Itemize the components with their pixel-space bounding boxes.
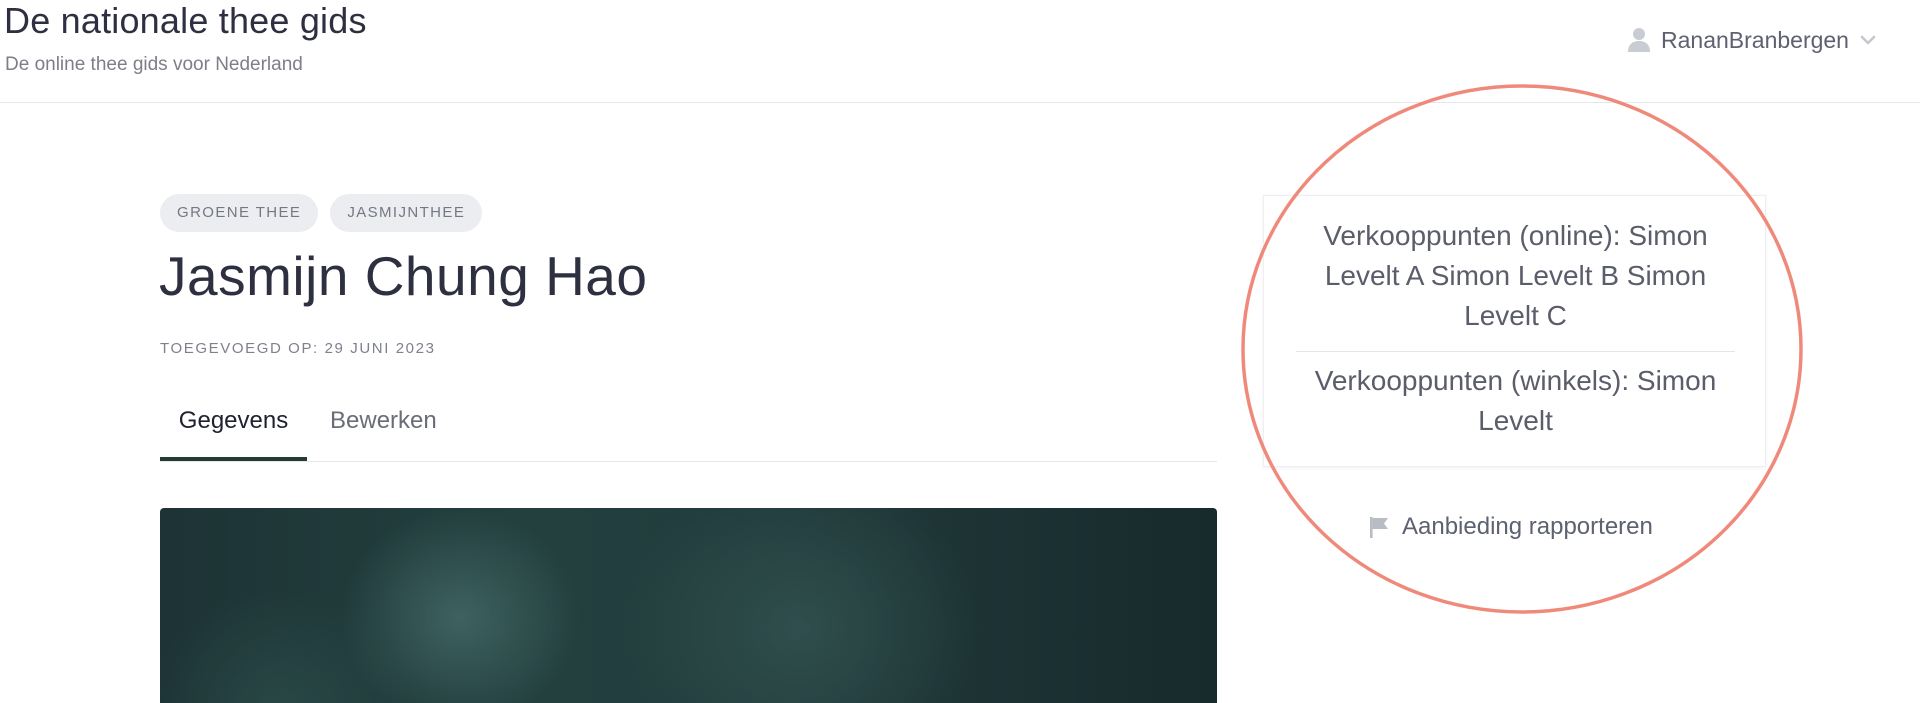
shop-outlets-text: Verkooppunten (winkels): Simon Levelt <box>1314 365 1717 436</box>
report-offer-link[interactable]: Aanbieding rapporteren <box>1368 513 1653 541</box>
tag-jasmijnthee[interactable]: JASMIJNTHEE <box>330 194 483 232</box>
online-outlets-text: Verkooppunten (online): Simon Levelt A S… <box>1323 220 1708 331</box>
username: RananBranbergen <box>1661 26 1849 53</box>
site-subtitle: De online thee gids voor Nederland <box>5 54 303 75</box>
user-icon <box>1627 27 1651 53</box>
site-header: De nationale thee gids De online thee gi… <box>0 0 1920 103</box>
hero-image <box>160 508 1217 703</box>
outlets-card: Verkooppunten (online): Simon Levelt A S… <box>1263 195 1766 467</box>
tab-bar: Gegevens Bewerken <box>160 395 1217 462</box>
site-title[interactable]: De nationale thee gids <box>4 0 367 42</box>
tag-list: GROENE THEE JASMIJNTHEE <box>160 194 483 232</box>
page-title: Jasmijn Chung Hao <box>159 245 648 307</box>
tag-groene-thee[interactable]: GROENE THEE <box>160 194 319 232</box>
report-link-label: Aanbieding rapporteren <box>1402 513 1653 540</box>
added-date: TOEGEVOEGD OP: 29 JUNI 2023 <box>160 340 436 357</box>
chevron-down-icon <box>1859 31 1877 49</box>
card-divider <box>1296 351 1735 352</box>
user-menu[interactable]: RananBranbergen <box>1627 24 1877 56</box>
flag-icon <box>1368 515 1392 539</box>
tab-bewerken[interactable]: Bewerken <box>330 395 437 461</box>
tab-gegevens[interactable]: Gegevens <box>160 395 307 461</box>
